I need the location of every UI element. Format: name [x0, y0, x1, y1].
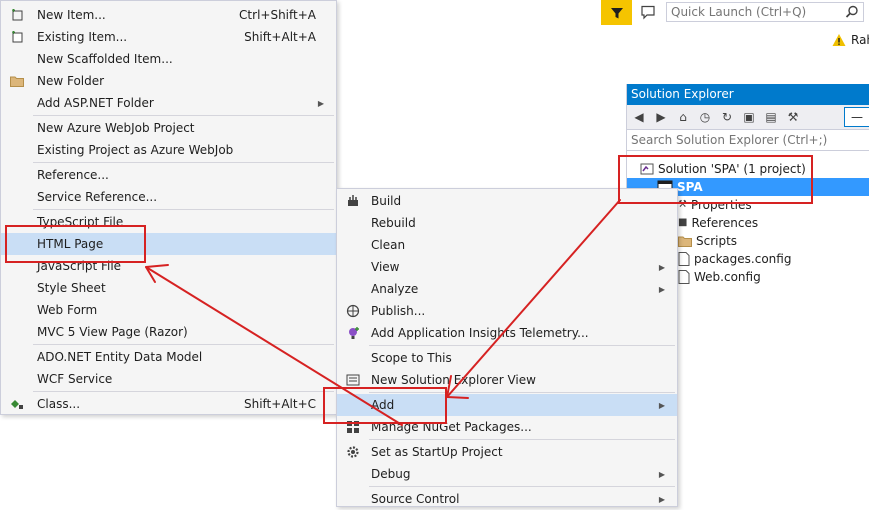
menu-separator	[369, 486, 675, 487]
forward-icon[interactable]: ▶	[653, 109, 669, 125]
menu-item-reference[interactable]: Reference...	[1, 164, 336, 186]
solution-explorer-toolbar: ◀ ▶ ⌂ ◷ ↻ ▣ ▤ ⚒ —	[627, 105, 869, 130]
menu-separator	[369, 439, 675, 440]
lightbulb-icon	[345, 325, 361, 341]
existing-item-icon	[9, 29, 25, 45]
project-context-menu: Build Rebuild Clean View ▶ Analyze ▶ Pub…	[336, 188, 678, 507]
new-item-icon	[9, 7, 25, 23]
submenu-arrow-icon: ▶	[658, 400, 665, 410]
tree-item-scripts[interactable]: Scripts	[678, 232, 737, 250]
menu-item-existing-project-webjob[interactable]: Existing Project as Azure WebJob	[1, 139, 336, 161]
warning-icon[interactable]	[832, 33, 846, 47]
config-file-icon	[678, 252, 690, 266]
tree-item-packages-config[interactable]: packages.config	[678, 250, 791, 268]
speech-bubble-icon	[641, 5, 655, 20]
menu-item-clean[interactable]: Clean	[337, 234, 677, 256]
menu-item-set-startup[interactable]: Set as StartUp Project	[337, 441, 677, 463]
home-icon[interactable]: ⌂	[675, 109, 691, 125]
add-submenu: New Item... Ctrl+Shift+A Existing Item..…	[0, 0, 337, 415]
menu-item-view[interactable]: View ▶	[337, 256, 677, 278]
class-icon	[9, 396, 25, 412]
menu-item-class[interactable]: Class... Shift+Alt+C	[1, 393, 336, 415]
menu-separator	[33, 115, 334, 116]
menu-item-debug[interactable]: Debug ▶	[337, 463, 677, 485]
menu-item-analyze[interactable]: Analyze ▶	[337, 278, 677, 300]
quick-launch-box[interactable]	[666, 2, 864, 22]
gear-icon	[345, 444, 361, 460]
properties-wrench-icon[interactable]: ⚒	[785, 109, 801, 125]
menu-item-style-sheet[interactable]: Style Sheet	[1, 277, 336, 299]
menu-separator	[369, 345, 675, 346]
menu-separator	[33, 391, 334, 392]
submenu-arrow-icon: ▶	[658, 469, 665, 479]
menu-item-source-control[interactable]: Source Control ▶	[337, 488, 677, 510]
menu-item-new-scaffolded-item[interactable]: New Scaffolded Item...	[1, 48, 336, 70]
menu-item-new-folder[interactable]: New Folder	[1, 70, 336, 92]
tree-label: Scripts	[696, 234, 738, 248]
tree-item-web-config[interactable]: Web.config	[678, 268, 761, 286]
menu-item-existing-item[interactable]: Existing Item... Shift+Alt+A	[1, 26, 336, 48]
filter-button[interactable]	[601, 0, 632, 25]
folder-icon	[678, 236, 692, 247]
menu-separator	[33, 162, 334, 163]
menu-item-web-form[interactable]: Web Form	[1, 299, 336, 321]
menu-separator	[33, 209, 334, 210]
menu-item-service-reference[interactable]: Service Reference...	[1, 186, 336, 208]
collapse-all-icon[interactable]: ▣	[741, 109, 757, 125]
menu-item-wcf-service[interactable]: WCF Service	[1, 368, 336, 390]
submenu-arrow-icon: ▶	[317, 98, 324, 108]
menu-item-mvc-view-page[interactable]: MVC 5 View Page (Razor)	[1, 321, 336, 343]
solution-explorer-title: Solution Explorer	[627, 84, 869, 105]
menu-item-app-insights[interactable]: Add Application Insights Telemetry...	[337, 322, 677, 344]
solution-explorer-search[interactable]	[627, 130, 869, 151]
user-name[interactable]: Rah	[851, 33, 869, 47]
menu-separator	[33, 344, 334, 345]
submenu-arrow-icon: ▶	[658, 494, 665, 504]
filter-icon	[610, 7, 623, 18]
menu-item-ado-net-model[interactable]: ADO.NET Entity Data Model	[1, 346, 336, 368]
solution-explorer-search-input[interactable]	[627, 130, 869, 149]
menu-item-publish[interactable]: Publish...	[337, 300, 677, 322]
annotation-box-html-page	[5, 225, 146, 263]
sync-icon[interactable]: ↻	[719, 109, 735, 125]
annotation-box-add	[323, 387, 447, 424]
submenu-arrow-icon: ▶	[658, 284, 665, 294]
new-view-icon	[345, 372, 361, 388]
menu-item-add-aspnet-folder[interactable]: Add ASP.NET Folder ▶	[1, 92, 336, 114]
menu-item-rebuild[interactable]: Rebuild	[337, 212, 677, 234]
tree-label: packages.config	[694, 252, 792, 266]
tree-label: References	[691, 216, 759, 230]
tree-item-references[interactable]: ■ References	[678, 214, 758, 232]
folder-icon	[9, 73, 25, 89]
menu-item-new-azure-webjob[interactable]: New Azure WebJob Project	[1, 117, 336, 139]
menu-item-new-item[interactable]: New Item... Ctrl+Shift+A	[1, 4, 336, 26]
submenu-arrow-icon: ▶	[658, 262, 665, 272]
tree-label: Web.config	[694, 270, 761, 284]
annotation-box-spa	[618, 155, 813, 204]
menu-item-scope-to-this[interactable]: Scope to This	[337, 347, 677, 369]
references-icon: ■	[678, 217, 688, 228]
config-file-icon	[678, 270, 690, 284]
back-icon[interactable]: ◀	[631, 109, 647, 125]
build-icon	[345, 193, 361, 209]
quick-launch-input[interactable]	[667, 3, 845, 21]
pin-icon[interactable]: —	[844, 107, 869, 127]
show-all-files-icon[interactable]: ▤	[763, 109, 779, 125]
globe-icon	[345, 303, 361, 319]
feedback-button[interactable]	[638, 2, 658, 22]
history-icon[interactable]: ◷	[697, 109, 713, 125]
search-icon[interactable]	[845, 5, 859, 19]
